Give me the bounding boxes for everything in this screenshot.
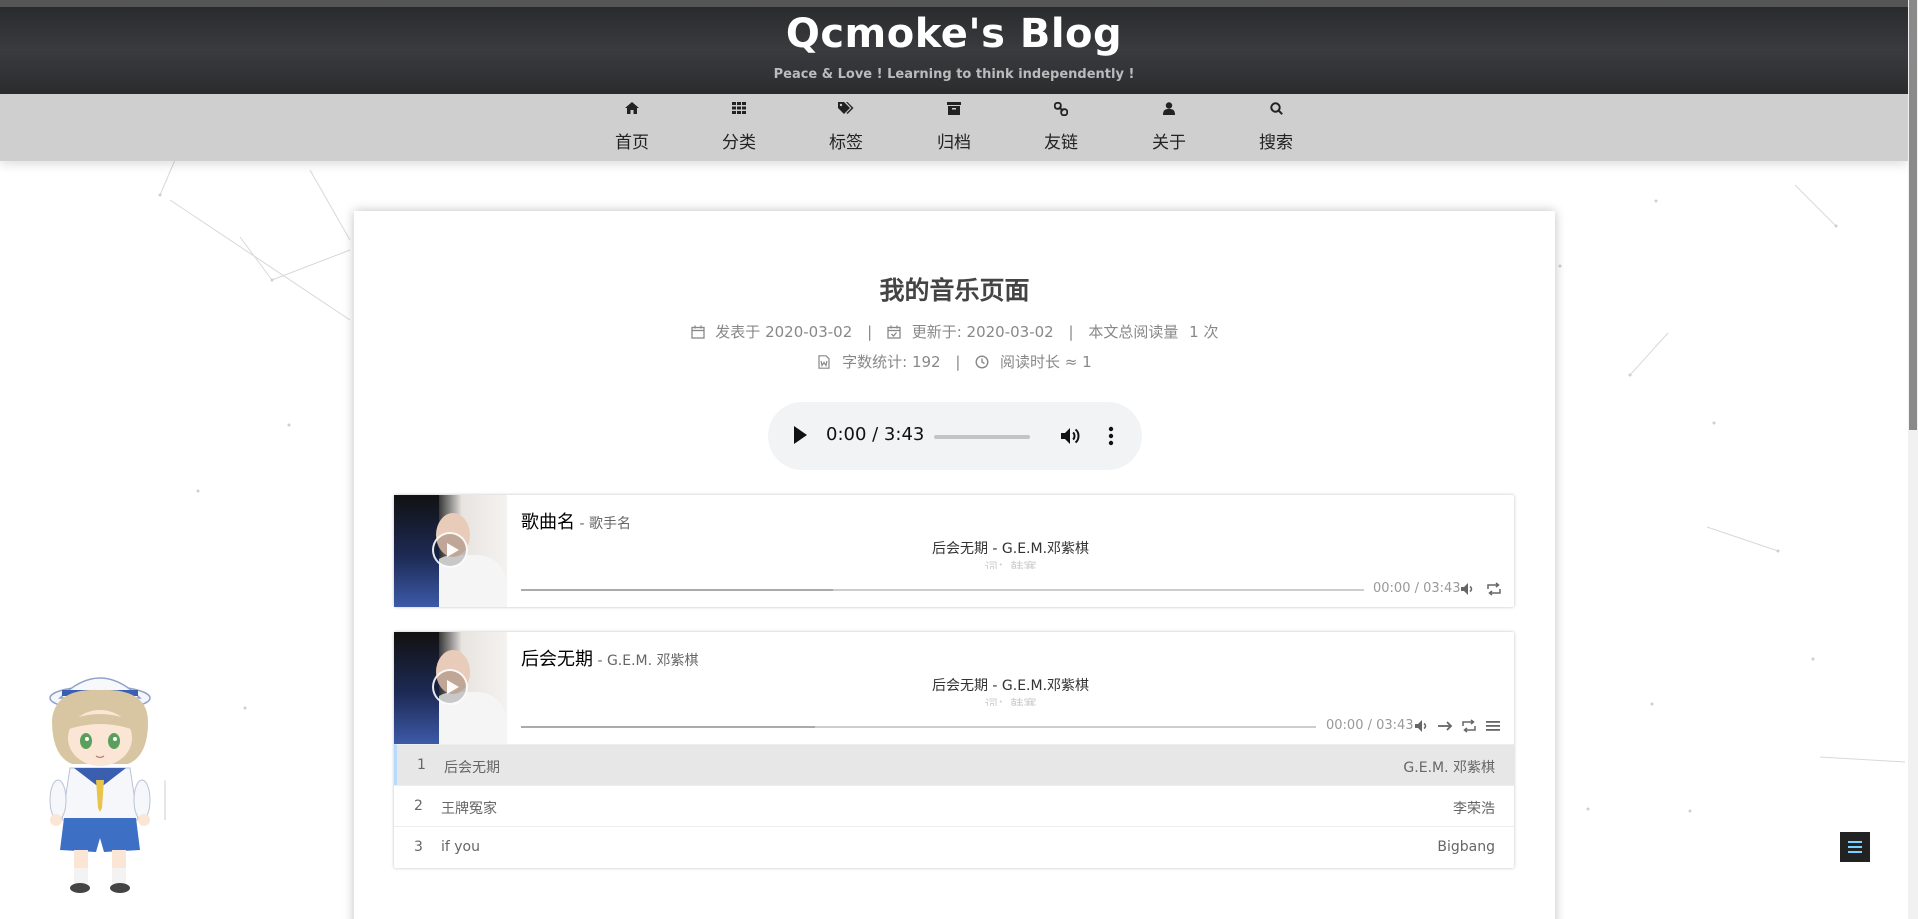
post-title: 我的音乐页面 [879, 276, 1030, 305]
grid-icon [699, 102, 779, 120]
published-label: 发表于 [715, 323, 761, 341]
menu-toggle-button[interactable] [1840, 832, 1870, 862]
wordcount-label: 字数统计: [842, 353, 908, 371]
audio-time: 0:00 / 3:43 [826, 424, 925, 445]
file-word-icon [818, 355, 830, 369]
playlist: 1 后会无期 G.E.M. 邓紫棋 2 王牌冤家 李荣浩 3 if you Bi… [394, 744, 1514, 867]
volume-icon[interactable] [1460, 582, 1476, 596]
readtime-label: 阅读时长 ≈ [1000, 353, 1078, 371]
search-icon [1236, 102, 1316, 120]
track-time: 00:00 / 03:43 [1373, 581, 1461, 596]
scrollbar-thumb[interactable] [1909, 0, 1917, 430]
views-unit: 次 [1203, 323, 1219, 341]
home-icon [592, 102, 672, 120]
archive-icon [914, 102, 994, 120]
nav-item-search[interactable]: 搜索 [1236, 102, 1316, 153]
meta-separator: | [955, 353, 961, 371]
album-cover[interactable] [394, 632, 507, 744]
volume-icon[interactable] [1060, 426, 1082, 446]
playlist-artist: G.E.M. 邓紫棋 [1403, 760, 1495, 776]
progress-loaded [521, 726, 816, 728]
playlist-artist: 李荣浩 [1453, 801, 1495, 817]
calendar-check-icon [887, 325, 901, 339]
site-subtitle: Peace & Love ! Learning to think indepen… [773, 67, 1135, 82]
music-player-single: 歌曲名 - 歌手名 后会无期 - G.E.M.邓紫棋 词：韩寒 00:00 / … [394, 495, 1514, 607]
nav-item-links[interactable]: 友链 [1021, 101, 1101, 153]
play-icon[interactable] [794, 426, 807, 444]
lyrics-current: 后会无期 - G.E.M.邓紫棋 [931, 541, 1090, 557]
lyrics-current: 后会无期 - G.E.M.邓紫棋 [931, 678, 1090, 694]
meta-separator: | [1068, 323, 1074, 341]
play-button-icon[interactable] [432, 532, 468, 568]
wordcount-value: 192 [911, 353, 941, 371]
nav-item-home[interactable]: 首页 [592, 102, 672, 153]
volume-icon[interactable] [1414, 719, 1430, 733]
play-button-icon[interactable] [432, 669, 468, 705]
updated-label: 更新于: [911, 323, 962, 341]
views-count: 1 [1189, 323, 1199, 341]
live2d-mascot[interactable] [30, 660, 170, 900]
track-title: 歌曲名 [521, 512, 575, 533]
playlist-item[interactable]: 2 王牌冤家 李荣浩 [394, 785, 1514, 826]
site-title[interactable]: Qcmoke's Blog [0, 11, 1908, 57]
playlist-artist: Bigbang [1437, 839, 1495, 855]
track-title: 后会无期 [521, 649, 593, 670]
audio-player: 0:00 / 3:43 [768, 402, 1142, 470]
track-info: 后会无期 - G.E.M. 邓紫棋 [521, 645, 699, 671]
order-icon[interactable] [1437, 719, 1453, 733]
audio-seek-slider[interactable] [934, 435, 1030, 439]
nav-label: 首页 [615, 133, 649, 153]
playlist-song: 后会无期 [444, 760, 500, 776]
post-meta-secondary: 字数统计: 192 | 阅读时长 ≈ 1 [354, 351, 1555, 372]
progress-bar[interactable] [521, 589, 1364, 591]
progress-loaded [521, 589, 833, 591]
site-header: Qcmoke's Blog Peace & Love ! Learning to… [0, 0, 1908, 94]
post-meta: 发表于 2020-03-02 | 更新于: 2020-03-02 | 本文总阅读… [354, 321, 1555, 342]
nav-label: 归档 [937, 133, 971, 153]
main-nav: 首页 分类 标签 归档 友链 关于 搜索 [0, 94, 1908, 161]
meta-separator: | [867, 323, 873, 341]
published-date: 2020-03-02 [765, 323, 853, 341]
playlist-item[interactable]: 1 后会无期 G.E.M. 邓紫棋 [394, 744, 1514, 785]
nav-item-categories[interactable]: 分类 [699, 102, 779, 153]
playlist-song: 王牌冤家 [441, 801, 497, 817]
link-icon [1021, 101, 1101, 120]
post-card: 我的音乐页面 发表于 2020-03-02 | 更新于: 2020-03-02 … [354, 211, 1555, 919]
lyrics-next: 词：韩寒 [984, 698, 1037, 706]
playlist-item[interactable]: 3 if you Bigbang [394, 826, 1514, 867]
nav-label: 友链 [1044, 133, 1078, 153]
nav-label: 关于 [1152, 133, 1186, 153]
views-label: 本文总阅读量 [1088, 323, 1179, 341]
clock-icon [975, 355, 989, 369]
lyrics-next: 词：韩寒 [984, 561, 1037, 569]
playlist-index: 1 [417, 757, 426, 773]
playlist-song: if you [441, 839, 480, 855]
tags-icon [806, 102, 886, 120]
nav-item-archive[interactable]: 归档 [914, 102, 994, 153]
album-cover[interactable] [394, 495, 507, 607]
calendar-icon [690, 325, 705, 339]
nav-label: 搜索 [1259, 133, 1293, 153]
music-player-playlist: 后会无期 - G.E.M. 邓紫棋 后会无期 - G.E.M.邓紫棋 词：韩寒 … [394, 632, 1514, 868]
nav-item-about[interactable]: 关于 [1129, 102, 1209, 153]
progress-bar[interactable] [521, 726, 1316, 728]
track-time: 00:00 / 03:43 [1326, 718, 1414, 733]
loop-icon[interactable] [1461, 719, 1477, 733]
playlist-index: 3 [414, 839, 423, 855]
track-info: 歌曲名 - 歌手名 [521, 508, 631, 534]
nav-item-tags[interactable]: 标签 [806, 102, 886, 153]
nav-label: 分类 [722, 133, 756, 153]
playlist-index: 2 [414, 798, 423, 814]
user-icon [1129, 102, 1209, 120]
more-options-icon[interactable] [1108, 426, 1114, 446]
track-author: - G.E.M. 邓紫棋 [593, 653, 699, 669]
playlist-icon[interactable] [1485, 719, 1501, 733]
loop-icon[interactable] [1486, 582, 1502, 596]
readtime-value: 1 [1082, 353, 1092, 371]
updated-date: 2020-03-02 [966, 323, 1054, 341]
track-author: - 歌手名 [575, 516, 631, 532]
nav-label: 标签 [829, 133, 863, 153]
